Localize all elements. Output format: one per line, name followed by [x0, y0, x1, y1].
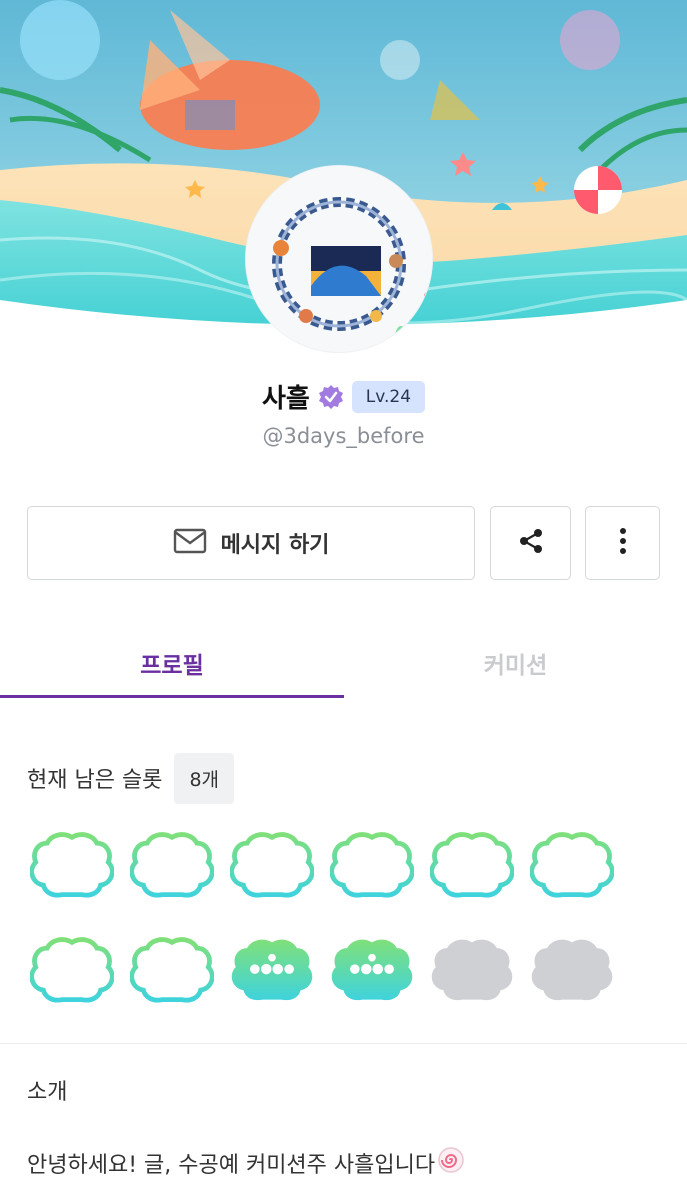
active-tab-indicator	[0, 695, 344, 698]
intro-text: 안녕하세요! 글, 수공예 커미션주 사흘입니다	[27, 1153, 436, 1178]
slot-empty	[529, 828, 615, 904]
profile-name: 사흘	[261, 384, 310, 414]
message-button-label: 메시지 하기	[220, 533, 330, 558]
intro-title: 소개	[27, 1080, 68, 1105]
profile-handle: @3days_before	[262, 424, 425, 448]
slot-empty	[29, 933, 115, 1009]
envelope-icon	[173, 528, 207, 558]
more-vertical-icon	[619, 527, 627, 559]
slots-count-badge: 8개	[174, 752, 235, 804]
share-icon	[517, 527, 545, 559]
tab-profile[interactable]: 프로필	[0, 630, 344, 696]
slot-empty	[129, 828, 215, 904]
slot-empty	[229, 828, 315, 904]
slots-header: 현재 남은 슬롯 8개	[27, 752, 235, 804]
slot-filled	[330, 933, 414, 1009]
slot-empty	[329, 828, 415, 904]
profile-avatar	[246, 166, 432, 352]
level-badge: Lv.24	[351, 380, 426, 413]
more-options-button[interactable]	[585, 506, 660, 580]
share-button[interactable]	[490, 506, 571, 580]
profile-name-row: 사흘 Lv.24	[0, 378, 687, 415]
section-divider	[0, 1043, 687, 1044]
slot-empty	[429, 828, 515, 904]
slot-empty	[29, 828, 115, 904]
intro-text-row: 안녕하세요! 글, 수공예 커미션주 사흘입니다	[27, 1146, 465, 1180]
slot-filled	[230, 933, 314, 1009]
slot-locked	[530, 933, 614, 1009]
slot-empty	[129, 933, 215, 1009]
slot-locked	[430, 933, 514, 1009]
verified-badge-icon	[318, 384, 344, 410]
message-button[interactable]: 메시지 하기	[27, 506, 475, 580]
profile-tabs: 프로필 커미션	[0, 630, 687, 700]
tab-commission[interactable]: 커미션	[344, 630, 687, 696]
narutomaki-icon	[437, 1146, 465, 1180]
slots-title: 현재 남은 슬롯	[27, 768, 163, 793]
